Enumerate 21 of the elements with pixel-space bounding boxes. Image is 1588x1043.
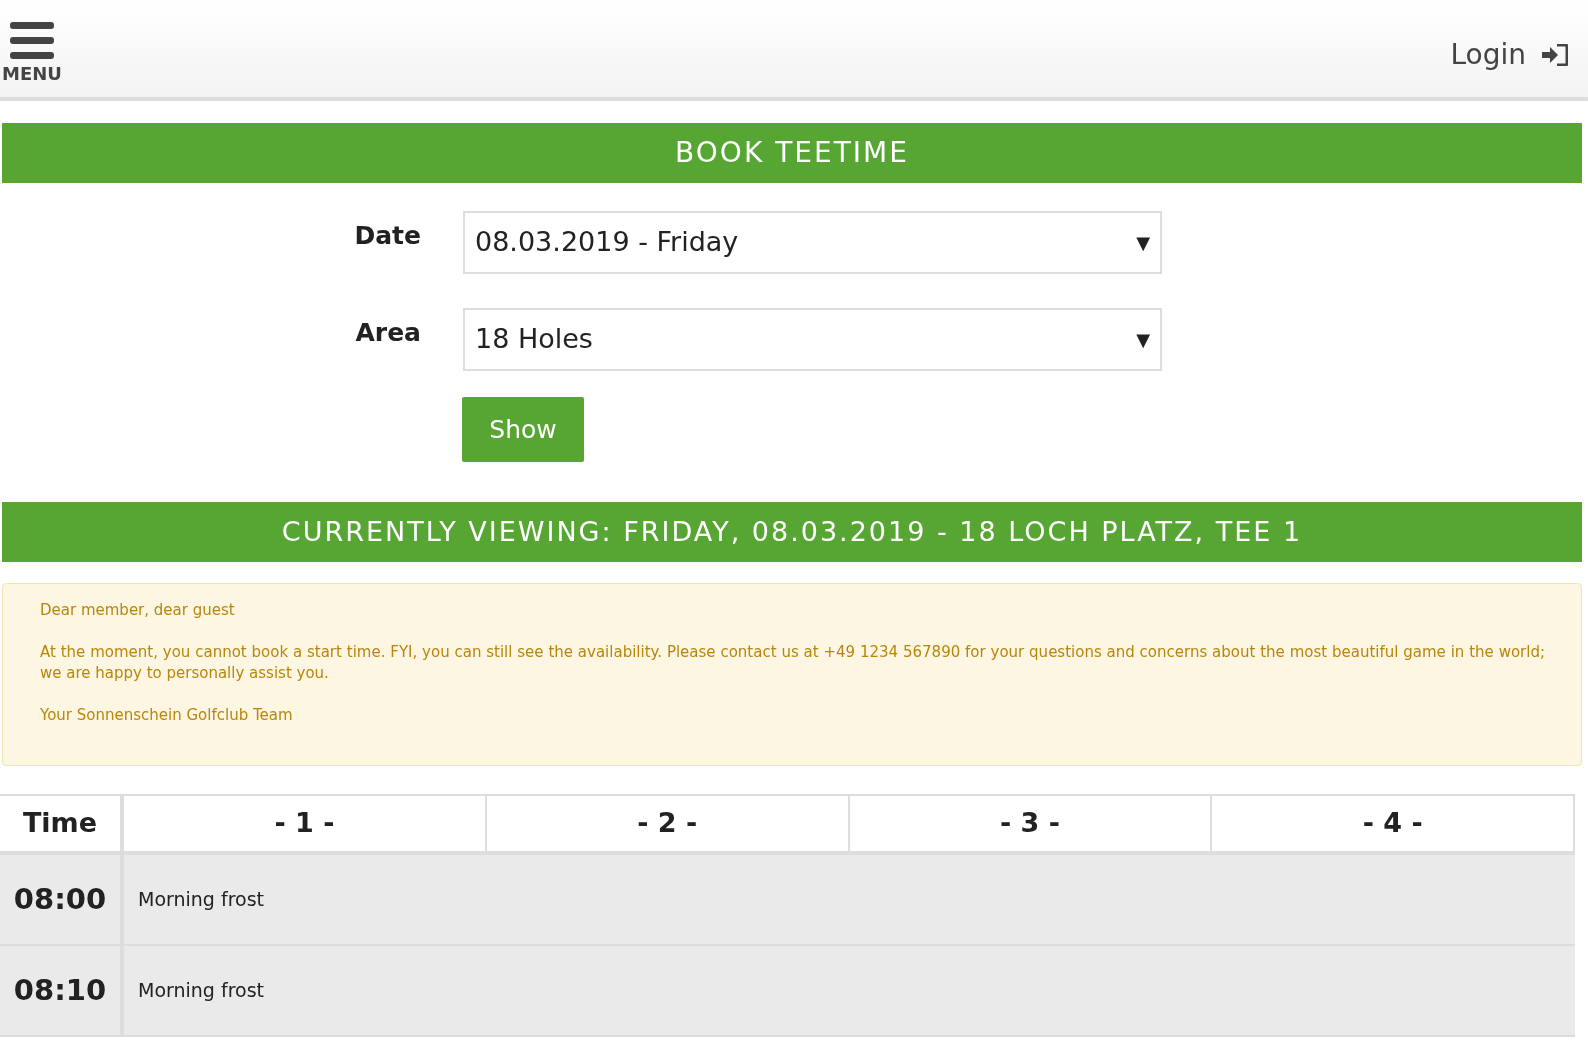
notice-text: At the moment, you cannot book a start time. FYI, you can still see the availability. Please contact us at +49 1234 567890 for your questions and concerns about the most beautiful game in the world; we are happy to personally assist you. — [40, 642, 1545, 684]
column-header: - 2 - — [486, 796, 850, 851]
field-label: Date — [353, 220, 421, 252]
column-header: - 3 - — [849, 796, 1213, 851]
select-field[interactable]: 18 Holes ▼ — [463, 308, 1162, 371]
login-button[interactable]: Login — [1450, 34, 1568, 76]
column-header: - 1 - — [124, 796, 487, 851]
section-header: CURRENTLY VIEWING: FRIDAY, 08.03.2019 - 18 LOCH PLATZ, TEE 1 — [2, 502, 1582, 562]
notice-text: Your Sonnenschein Golfclub Team — [40, 705, 294, 726]
menu-icon — [9, 22, 54, 59]
slot-note: Morning frost — [137, 887, 265, 912]
login-icon — [1542, 44, 1568, 66]
select-field[interactable]: 08.03.2019 - Friday ▼ — [463, 211, 1162, 274]
column-header: Time — [0, 796, 124, 851]
menu-button[interactable]: MENU — [0, 0, 62, 83]
slot-note: Morning frost — [137, 978, 265, 1003]
notice-text: Dear member, dear guest — [40, 600, 236, 621]
field-label: Area — [354, 317, 421, 349]
time-cell: 08:10 — [0, 946, 124, 1035]
column-header: - 4 - — [1212, 796, 1575, 851]
section-header: BOOK TEETIME — [2, 123, 1582, 183]
